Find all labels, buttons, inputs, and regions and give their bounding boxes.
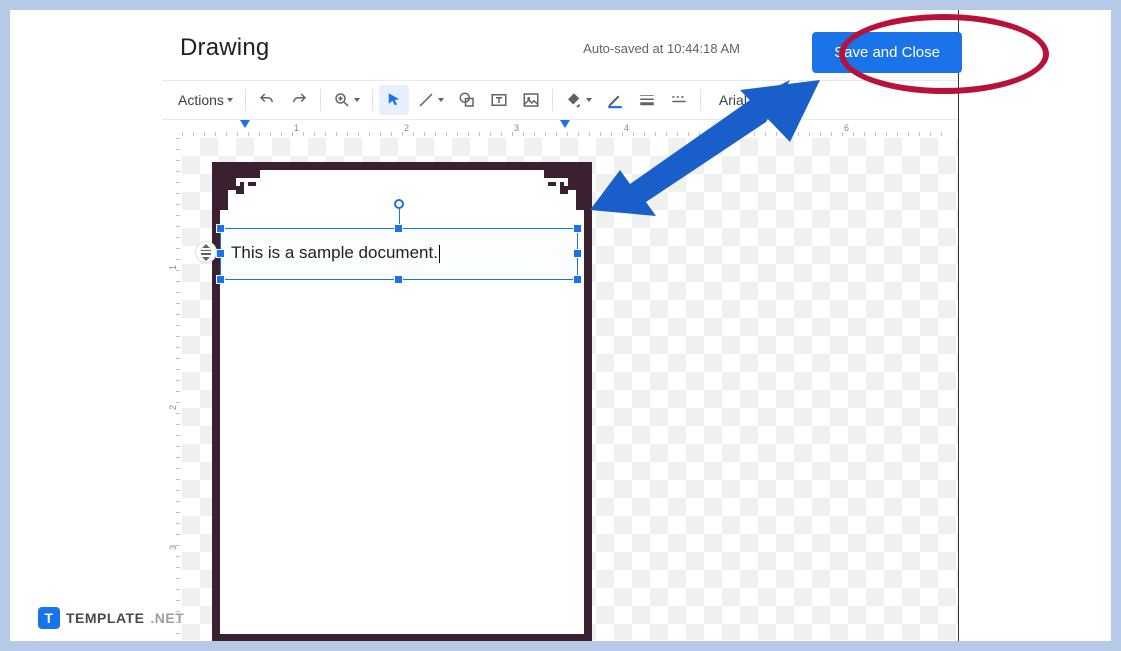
image-tool-button[interactable] xyxy=(516,85,546,115)
drawing-canvas[interactable]: This is a sample document. xyxy=(182,138,958,640)
textbox-tool-button[interactable] xyxy=(484,85,514,115)
save-and-close-button[interactable]: Save and Close xyxy=(812,32,962,73)
pen-icon xyxy=(606,91,624,109)
ruler-number: 5 xyxy=(734,123,739,133)
toolbar: Actions Arial ••• xyxy=(162,80,958,120)
separator xyxy=(320,89,321,111)
separator xyxy=(372,89,373,111)
ruler-number: 2 xyxy=(404,123,409,133)
redo-button[interactable] xyxy=(284,85,314,115)
canvas-area: 1 2 3 4 5 6 1 2 3 xyxy=(162,120,958,640)
image-icon xyxy=(522,91,540,109)
chevron-down-icon xyxy=(586,98,592,102)
autofit-handle[interactable] xyxy=(195,241,217,263)
selected-textbox[interactable]: This is a sample document. xyxy=(220,228,578,280)
watermark: T TEMPLATE .NET xyxy=(38,607,184,629)
ruler-number: 4 xyxy=(624,123,629,133)
resize-handle[interactable] xyxy=(573,275,582,284)
separator xyxy=(245,89,246,111)
shape-tool-button[interactable] xyxy=(452,85,482,115)
font-family-label: Arial xyxy=(713,92,769,108)
watermark-name: TEMPLATE xyxy=(66,610,144,626)
border-dash-button[interactable] xyxy=(664,85,694,115)
ruler-number: 6 xyxy=(844,123,849,133)
vertical-ruler[interactable]: 1 2 3 xyxy=(164,138,182,640)
zoom-icon xyxy=(333,91,351,109)
chevron-down-icon xyxy=(772,98,778,102)
ruler-number: 3 xyxy=(514,123,519,133)
redo-icon xyxy=(290,91,308,109)
horizontal-ruler[interactable]: 1 2 3 4 5 6 xyxy=(182,120,958,138)
actions-label: Actions xyxy=(178,92,224,108)
app-frame: Drawing Auto-saved at 10:44:18 AM Save a… xyxy=(10,10,1111,641)
corner-ornament-icon xyxy=(220,170,260,210)
drawing-dialog: Drawing Auto-saved at 10:44:18 AM Save a… xyxy=(162,10,959,641)
zoom-button[interactable] xyxy=(327,85,366,115)
ruler-number: 1 xyxy=(294,123,299,133)
more-options-button[interactable]: ••• xyxy=(786,85,818,115)
line-icon xyxy=(417,91,435,109)
undo-button[interactable] xyxy=(252,85,282,115)
textbox-icon xyxy=(490,91,508,109)
separator xyxy=(700,89,701,111)
chevron-down-icon xyxy=(354,98,360,102)
undo-icon xyxy=(258,91,276,109)
rotate-connector xyxy=(399,209,400,225)
resize-handle[interactable] xyxy=(394,275,403,284)
resize-handle[interactable] xyxy=(216,224,225,233)
tab-marker[interactable] xyxy=(240,120,250,128)
rotate-handle[interactable] xyxy=(394,199,404,209)
actions-menu[interactable]: Actions xyxy=(172,85,239,115)
border-color-button[interactable] xyxy=(600,85,630,115)
ruler-number: 2 xyxy=(168,405,178,410)
resize-handle[interactable] xyxy=(216,275,225,284)
watermark-badge: T xyxy=(38,607,60,629)
fill-color-button[interactable] xyxy=(559,85,598,115)
font-family-select[interactable]: Arial xyxy=(707,85,784,115)
textbox-content[interactable]: This is a sample document. xyxy=(221,229,577,277)
resize-handle[interactable] xyxy=(573,249,582,258)
cursor-icon xyxy=(385,91,403,109)
tab-marker[interactable] xyxy=(560,120,570,128)
more-icon: ••• xyxy=(792,93,812,108)
chevron-down-icon xyxy=(438,98,444,102)
line-tool-button[interactable] xyxy=(411,85,450,115)
corner-ornament-icon xyxy=(544,170,584,210)
line-weight-icon xyxy=(638,91,656,109)
separator xyxy=(552,89,553,111)
resize-handle[interactable] xyxy=(394,224,403,233)
autosave-status: Auto-saved at 10:44:18 AM xyxy=(583,41,740,56)
resize-handle[interactable] xyxy=(216,249,225,258)
fill-icon xyxy=(565,91,583,109)
textbox-text-value: This is a sample document. xyxy=(231,243,438,262)
resize-handle[interactable] xyxy=(573,224,582,233)
line-dash-icon xyxy=(670,91,688,109)
dialog-title: Drawing xyxy=(180,34,269,62)
shape-icon xyxy=(458,91,476,109)
chevron-down-icon xyxy=(227,98,233,102)
select-tool-button[interactable] xyxy=(379,85,409,115)
watermark-suffix: .NET xyxy=(150,610,184,626)
border-weight-button[interactable] xyxy=(632,85,662,115)
text-cursor xyxy=(439,245,440,263)
